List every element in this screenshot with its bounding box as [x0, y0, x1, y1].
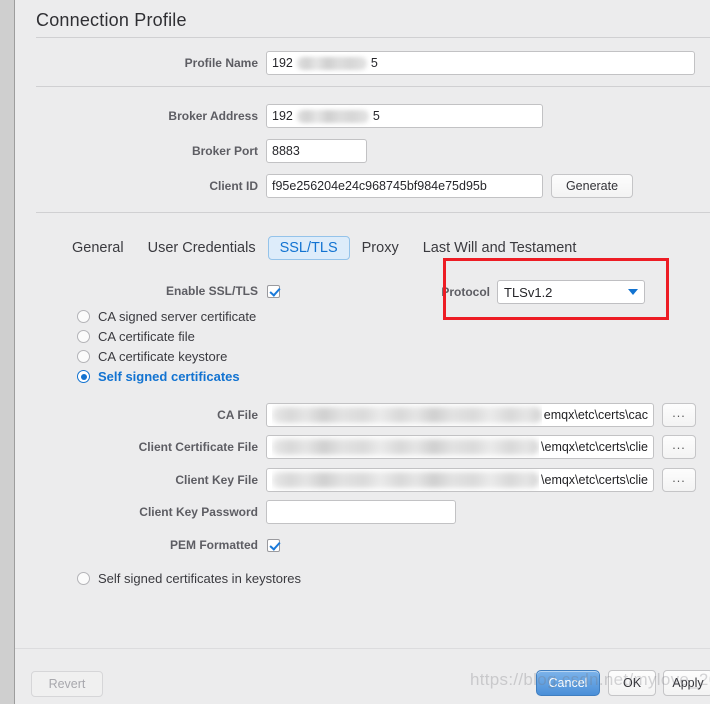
left-gutter — [0, 0, 14, 704]
client-certificate-file-input[interactable]: \emqx\etc\certs\clie — [266, 435, 654, 459]
radio-label: Self signed certificates — [98, 369, 240, 384]
radio-label: CA signed server certificate — [98, 309, 257, 324]
tab-general[interactable]: General — [60, 236, 136, 260]
client-id-input[interactable]: f95e256204e24c968745bf984e75d95b — [266, 174, 543, 198]
client-key-file-input[interactable]: \emqx\etc\certs\clie — [266, 468, 654, 492]
client-key-file-path-tail: \emqx\etc\certs\clie — [539, 473, 648, 487]
broker-address-input[interactable]: 192 5 — [266, 104, 543, 128]
radio-ca-certificate-keystore[interactable]: CA certificate keystore — [77, 347, 256, 366]
tab-bar: General User Credentials SSL/TLS Proxy L… — [60, 236, 588, 260]
client-key-file-redaction — [272, 469, 540, 491]
client-key-file-label: Client Key File — [175, 473, 258, 487]
ca-file-label: CA File — [217, 408, 258, 422]
broker-address-prefix: 192 — [272, 109, 293, 123]
client-id-row: Client ID f95e256204e24c968745bf984e75d9… — [15, 174, 633, 198]
profile-panel: Connection Profile Profile Name 192 5 Br… — [15, 0, 710, 704]
profile-name-input[interactable]: 192 5 — [266, 51, 695, 75]
enable-ssl-label: Enable SSL/TLS — [165, 284, 258, 298]
client-key-password-row: Client Key Password — [15, 500, 456, 524]
client-key-file-row: Client Key File \emqx\etc\certs\clie ... — [15, 468, 696, 492]
client-certificate-file-redaction — [272, 436, 540, 458]
tab-last-will-and-testament[interactable]: Last Will and Testament — [411, 236, 589, 260]
footer-divider — [15, 648, 710, 649]
title-divider — [36, 37, 710, 38]
client-id-label: Client ID — [209, 179, 258, 193]
client-key-password-input[interactable] — [266, 500, 456, 524]
radio-icon — [77, 330, 90, 343]
page-title: Connection Profile — [36, 10, 187, 30]
pem-formatted-row: PEM Formatted — [15, 538, 280, 552]
keystore-radio-group: Self signed certificates in keystores — [77, 569, 301, 589]
enable-ssl-checkbox[interactable] — [267, 284, 280, 298]
broker-port-input[interactable]: 8883 — [266, 139, 367, 163]
client-certificate-file-row: Client Certificate File \emqx\etc\certs\… — [15, 435, 696, 459]
tab-ssl-tls[interactable]: SSL/TLS — [267, 236, 350, 260]
ca-file-browse-button[interactable]: ... — [662, 403, 696, 427]
revert-button[interactable]: Revert — [31, 671, 103, 697]
certificate-mode-radio-group: CA signed server certificate CA certific… — [77, 307, 256, 387]
ok-button[interactable]: OK — [608, 670, 656, 696]
radio-icon — [77, 350, 90, 363]
radio-self-signed-certificates[interactable]: Self signed certificates — [77, 367, 256, 386]
client-certificate-file-label: Client Certificate File — [138, 440, 258, 454]
protocol-row: Protocol TLSv1.2 — [437, 280, 645, 304]
broker-address-suffix: 5 — [372, 109, 380, 123]
apply-button[interactable]: Apply — [663, 670, 710, 696]
client-certificate-file-browse-button[interactable]: ... — [662, 435, 696, 459]
broker-address-row: Broker Address 192 5 — [15, 104, 543, 128]
enable-ssl-row: Enable SSL/TLS — [15, 284, 280, 298]
protocol-select[interactable]: TLSv1.2 — [497, 280, 645, 304]
radio-icon — [77, 572, 90, 585]
section-divider-2 — [36, 212, 710, 213]
profile-name-suffix: 5 — [370, 56, 378, 70]
broker-address-redaction — [296, 109, 369, 123]
profile-name-prefix: 192 — [272, 56, 293, 70]
ca-file-redaction — [272, 404, 542, 426]
tab-user-credentials[interactable]: User Credentials — [136, 236, 268, 260]
radio-label: Self signed certificates in keystores — [98, 571, 302, 586]
radio-label: CA certificate keystore — [98, 349, 228, 364]
client-certificate-file-path-tail: \emqx\etc\certs\clie — [539, 440, 648, 454]
radio-ca-certificate-file[interactable]: CA certificate file — [77, 327, 256, 346]
ca-file-row: CA File emqx\etc\certs\cac ... — [15, 403, 696, 427]
profile-name-redaction — [296, 56, 367, 70]
broker-port-label: Broker Port — [191, 144, 258, 158]
generate-client-id-button[interactable]: Generate — [551, 174, 633, 198]
connection-profile-dialog: Connection Profile Profile Name 192 5 Br… — [0, 0, 710, 704]
radio-label: CA certificate file — [98, 329, 195, 344]
client-key-file-browse-button[interactable]: ... — [662, 468, 696, 492]
protocol-selected-value: TLSv1.2 — [504, 284, 553, 300]
section-divider-1 — [36, 86, 710, 87]
protocol-label: Protocol — [441, 285, 490, 299]
ca-file-path-tail: emqx\etc\certs\cac — [541, 408, 648, 422]
ca-file-input[interactable]: emqx\etc\certs\cac — [266, 403, 654, 427]
radio-self-signed-certificates-in-keystores[interactable]: Self signed certificates in keystores — [77, 569, 301, 588]
broker-address-label: Broker Address — [168, 109, 258, 123]
radio-ca-signed-server-certificate[interactable]: CA signed server certificate — [77, 307, 256, 326]
profile-name-row: Profile Name 192 5 — [15, 51, 695, 75]
client-key-password-label: Client Key Password — [139, 505, 258, 519]
cancel-button[interactable]: Cancel — [536, 670, 600, 696]
pem-formatted-label: PEM Formatted — [169, 538, 258, 552]
tab-proxy[interactable]: Proxy — [350, 236, 411, 260]
pem-formatted-checkbox[interactable] — [267, 538, 280, 552]
radio-icon-selected — [77, 370, 90, 383]
broker-port-row: Broker Port 8883 — [15, 139, 367, 163]
radio-icon — [77, 310, 90, 323]
chevron-down-icon — [628, 289, 638, 295]
profile-name-label: Profile Name — [184, 56, 258, 70]
